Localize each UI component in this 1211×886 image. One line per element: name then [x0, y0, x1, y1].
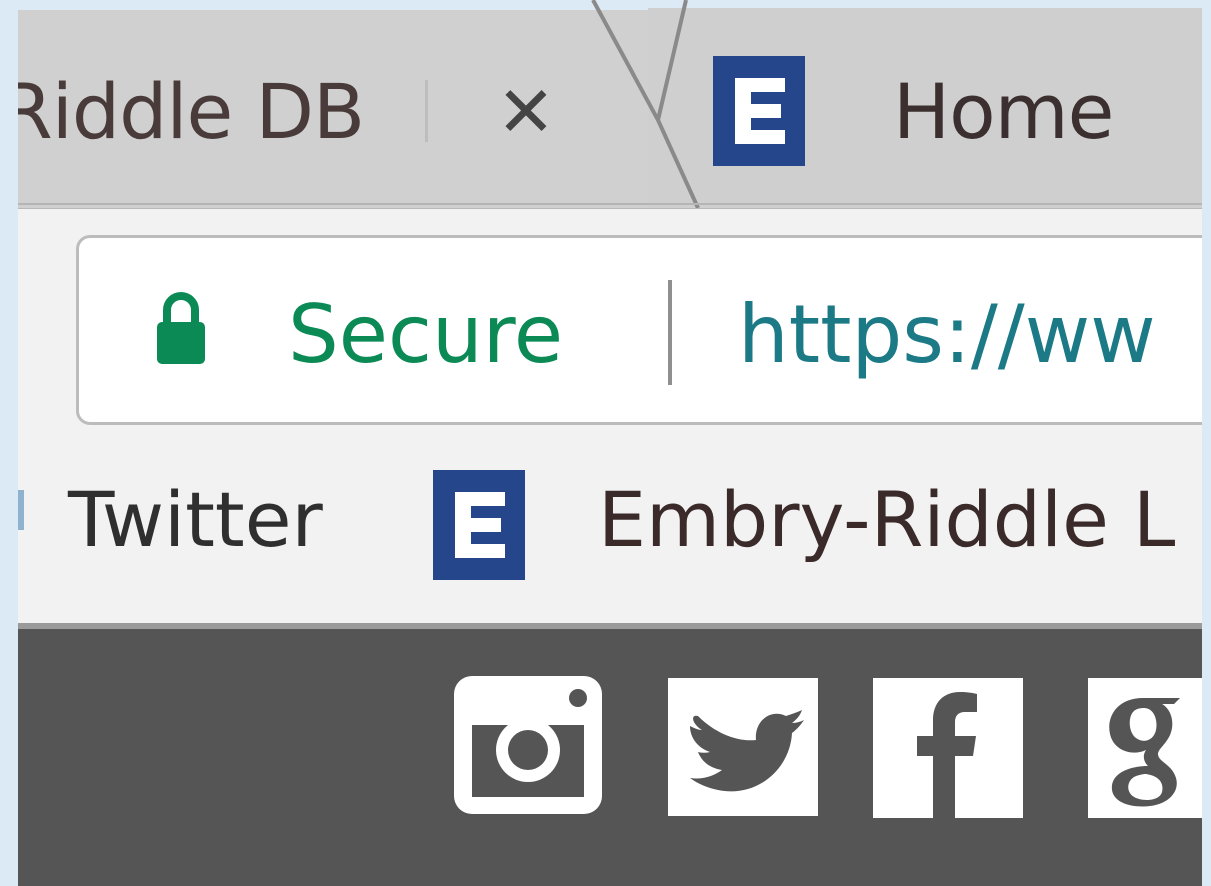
security-label[interactable]: Secure	[288, 285, 563, 385]
url-text[interactable]: https://ww	[738, 285, 1156, 385]
tab-strip: Riddle DB ✕ Home	[18, 0, 1202, 208]
instagram-icon[interactable]	[448, 670, 608, 820]
twitter-icon[interactable]	[668, 678, 818, 816]
google-plus-icon[interactable]	[1088, 678, 1202, 818]
bookmark-twitter[interactable]: Twitter	[68, 470, 323, 570]
erau-e-logo-icon	[713, 56, 805, 166]
address-bar-divider	[668, 280, 672, 385]
tab-title-riddle-db: Riddle DB	[18, 67, 365, 156]
erau-e-logo-icon	[433, 470, 525, 580]
site-header-bar	[18, 623, 1202, 886]
bookmark-embry-riddle[interactable]: Embry-Riddle L	[598, 470, 1175, 570]
bookmark-edge	[18, 490, 24, 530]
tab-close-icon[interactable]: ✕	[486, 72, 566, 152]
tab-title-home: Home	[893, 67, 1114, 156]
facebook-icon[interactable]	[873, 678, 1023, 818]
tab-fade	[425, 80, 428, 142]
browser-window: Riddle DB ✕ Home Secure https://ww Twitt…	[18, 0, 1202, 886]
lock-icon[interactable]	[155, 290, 207, 368]
